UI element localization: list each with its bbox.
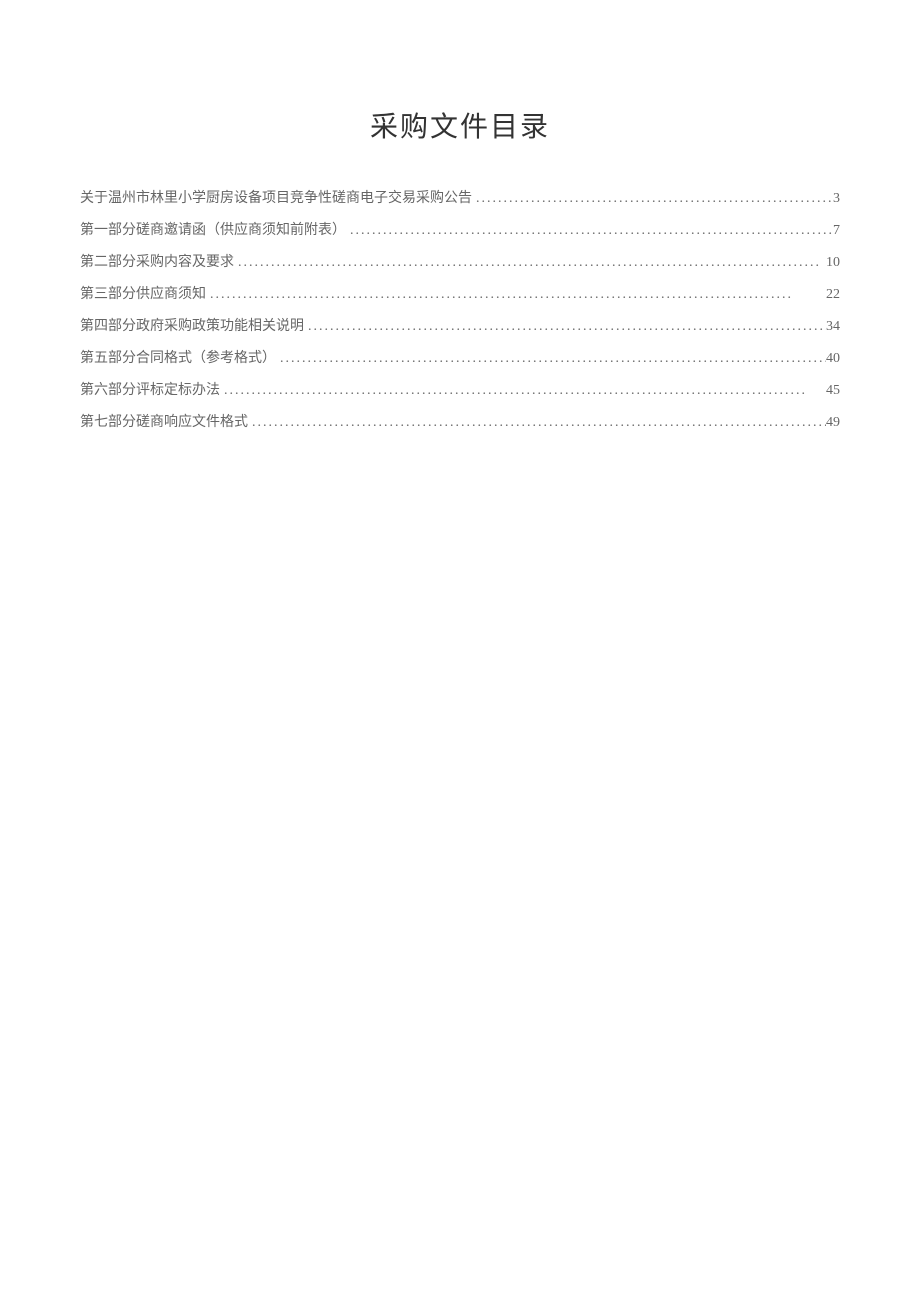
toc-dots: ........................................… (276, 345, 826, 373)
toc-dots: ........................................… (472, 185, 833, 213)
toc-item-page: 49 (826, 409, 840, 437)
toc-dots: ........................................… (220, 377, 826, 405)
toc-item: 第四部分政府采购政策功能相关说明 .......................… (80, 313, 840, 341)
toc-item-label: 关于温州市林里小学厨房设备项目竞争性磋商电子交易采购公告 (80, 185, 472, 213)
toc-item-page: 45 (826, 377, 840, 405)
toc-item-page: 3 (833, 185, 840, 213)
toc-item-page: 22 (826, 281, 840, 309)
toc-item: 第三部分供应商须知 ..............................… (80, 281, 840, 309)
toc-dots: ........................................… (234, 249, 826, 277)
toc-item: 第六部分评标定标办法 .............................… (80, 377, 840, 405)
toc-item-label: 第七部分磋商响应文件格式 (80, 409, 248, 437)
page-title: 采购文件目录 (80, 105, 840, 145)
toc-item: 第五部分合同格式（参考格式） .........................… (80, 345, 840, 373)
toc-item-label: 第一部分磋商邀请函（供应商须知前附表） (80, 217, 346, 245)
toc-item-page: 7 (833, 217, 840, 245)
toc-item: 第一部分磋商邀请函（供应商须知前附表） ....................… (80, 217, 840, 245)
toc-item-page: 40 (826, 345, 840, 373)
toc-item-label: 第三部分供应商须知 (80, 281, 206, 309)
toc-list: 关于温州市林里小学厨房设备项目竞争性磋商电子交易采购公告 ...........… (80, 185, 840, 437)
toc-item-label: 第五部分合同格式（参考格式） (80, 345, 276, 373)
toc-dots: ........................................… (304, 313, 826, 341)
toc-dots: ........................................… (206, 281, 826, 309)
toc-dots: ........................................… (346, 217, 833, 245)
toc-item: 第七部分磋商响应文件格式 ...........................… (80, 409, 840, 437)
toc-item-page: 10 (826, 249, 840, 277)
toc-item: 关于温州市林里小学厨房设备项目竞争性磋商电子交易采购公告 ...........… (80, 185, 840, 213)
toc-item-label: 第四部分政府采购政策功能相关说明 (80, 313, 304, 341)
toc-item-label: 第六部分评标定标办法 (80, 377, 220, 405)
toc-item: 第二部分采购内容及要求 ............................… (80, 249, 840, 277)
toc-item-page: 34 (826, 313, 840, 341)
toc-item-label: 第二部分采购内容及要求 (80, 249, 234, 277)
toc-dots: ........................................… (248, 409, 826, 437)
